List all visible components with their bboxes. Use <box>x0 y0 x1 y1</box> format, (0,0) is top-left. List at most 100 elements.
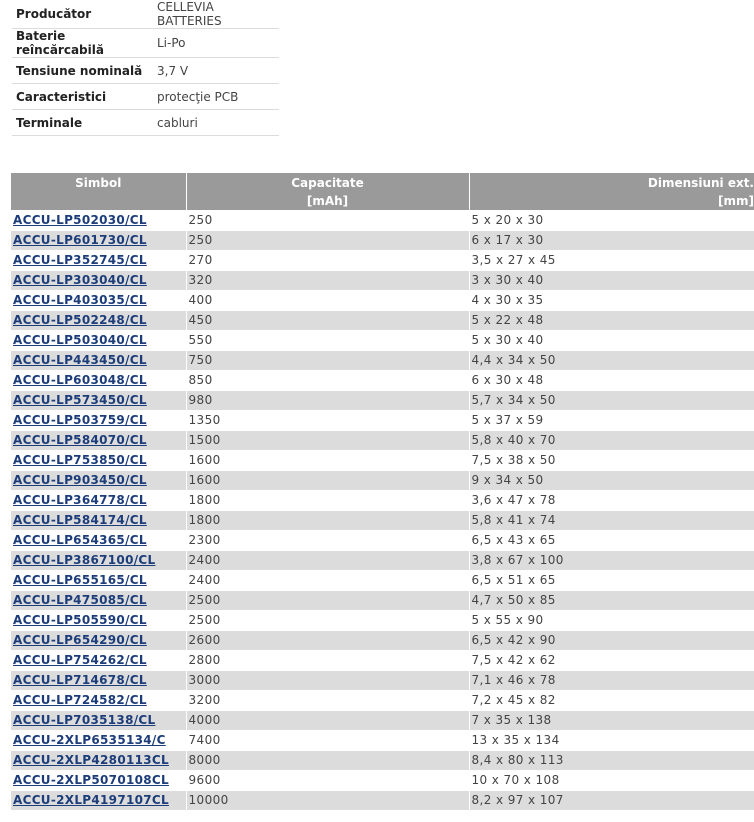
capacity-cell: 270 <box>185 250 469 271</box>
product-link[interactable]: ACCU-LP475085/CL <box>13 593 147 607</box>
table-row: ACCU-LP654365/CL 2300 6,5 x 43 x 65 <box>11 530 754 551</box>
dimensions-cell: 10 x 70 x 108 <box>468 770 754 791</box>
product-link[interactable]: ACCU-LP753850/CL <box>13 453 147 467</box>
symbol-cell: ACCU-LP754262/CL <box>11 651 186 671</box>
capacity-cell: 1800 <box>185 490 469 511</box>
dimensions-cell: 6 x 30 x 48 <box>468 370 754 391</box>
dimensions-cell: 6,5 x 43 x 65 <box>468 530 754 551</box>
header-dimensiuni: Dimensiuni ext. <box>468 173 754 192</box>
table-row: ACCU-LP7035138/CL 4000 7 x 35 x 138 <box>11 710 754 731</box>
dimensions-cell: 5,7 x 34 x 50 <box>468 390 754 411</box>
product-link[interactable]: ACCU-LP505590/CL <box>13 613 147 627</box>
header-unit-capacitate: [mAh] <box>185 192 469 211</box>
symbol-cell: ACCU-2XLP6535134/C <box>11 731 186 751</box>
product-link[interactable]: ACCU-LP655165/CL <box>13 573 147 587</box>
product-link[interactable]: ACCU-LP502248/CL <box>13 313 147 327</box>
table-row: ACCU-LP502030/CL 250 5 x 20 x 30 <box>11 210 754 231</box>
product-link[interactable]: ACCU-LP754262/CL <box>13 653 147 667</box>
dimensions-cell: 7 x 35 x 138 <box>468 710 754 731</box>
product-link[interactable]: ACCU-LP654365/CL <box>13 533 147 547</box>
product-link[interactable]: ACCU-LP503040/CL <box>13 333 147 347</box>
product-link[interactable]: ACCU-LP403035/CL <box>13 293 147 307</box>
product-link[interactable]: ACCU-LP603048/CL <box>13 373 147 387</box>
product-link[interactable]: ACCU-LP584070/CL <box>13 433 147 447</box>
capacity-cell: 1600 <box>185 450 469 471</box>
table-row: ACCU-LP505590/CL 2500 5 x 55 x 90 <box>11 610 754 631</box>
product-link[interactable]: ACCU-LP7035138/CL <box>13 713 155 727</box>
symbol-cell: ACCU-LP903450/CL <box>11 470 186 491</box>
product-link[interactable]: ACCU-LP502030/CL <box>13 213 147 227</box>
table-row: ACCU-LP475085/CL 2500 4,7 x 50 x 85 <box>11 590 754 611</box>
table-row: ACCU-LP584174/CL 1800 5,8 x 41 x 74 <box>11 510 754 531</box>
product-link[interactable]: ACCU-LP601730/CL <box>13 233 147 247</box>
product-link[interactable]: ACCU-LP3867100/CL <box>13 553 155 567</box>
capacity-cell: 7400 <box>185 730 469 751</box>
dimensions-cell: 6 x 17 x 30 <box>468 230 754 251</box>
attribute-value: cabluri <box>157 109 279 136</box>
capacity-cell: 2400 <box>185 550 469 571</box>
header-capacitate: Capacitate <box>185 173 469 192</box>
header-unit-simbol <box>11 192 186 211</box>
capacity-cell: 250 <box>185 210 469 231</box>
symbol-cell: ACCU-LP502248/CL <box>11 310 186 331</box>
table-row: ACCU-2XLP6535134/C 7400 13 x 35 x 134 <box>11 730 754 751</box>
symbol-cell: ACCU-LP584174/CL <box>11 510 186 531</box>
dimensions-cell: 4,4 x 34 x 50 <box>468 350 754 371</box>
capacity-cell: 400 <box>185 290 469 311</box>
table-row: ACCU-LP601730/CL 250 6 x 17 x 30 <box>11 230 754 251</box>
product-link[interactable]: ACCU-LP573450/CL <box>13 393 147 407</box>
product-link[interactable]: ACCU-LP584174/CL <box>13 513 147 527</box>
dimensions-cell: 5,8 x 40 x 70 <box>468 430 754 451</box>
capacity-cell: 2300 <box>185 530 469 551</box>
capacity-cell: 2500 <box>185 590 469 611</box>
product-link[interactable]: ACCU-LP443450/CL <box>13 353 147 367</box>
product-link[interactable]: ACCU-2XLP4197107CL <box>13 793 169 807</box>
product-link[interactable]: ACCU-2XLP5070108CL <box>13 773 169 787</box>
product-link[interactable]: ACCU-LP903450/CL <box>13 473 147 487</box>
capacity-cell: 4000 <box>185 710 469 731</box>
product-link[interactable]: ACCU-LP654290/CL <box>13 633 147 647</box>
symbol-cell: ACCU-LP601730/CL <box>11 230 186 251</box>
table-row: ACCU-LP753850/CL 1600 7,5 x 38 x 50 <box>11 450 754 471</box>
dimensions-cell: 7,5 x 42 x 62 <box>468 650 754 671</box>
attribute-label: Baterie reîncărcabilă <box>12 28 157 58</box>
attribute-row: Terminale cabluri <box>12 109 279 136</box>
dimensions-cell: 4,7 x 50 x 85 <box>468 590 754 611</box>
capacity-cell: 3000 <box>185 670 469 691</box>
attribute-row: Tensiune nominală 3,7 V <box>12 57 279 84</box>
dimensions-cell: 7,5 x 38 x 50 <box>468 450 754 471</box>
attribute-label: Caracteristici <box>12 83 157 110</box>
table-row: ACCU-2XLP4280113CL 8000 8,4 x 80 x 113 <box>11 750 754 771</box>
product-link[interactable]: ACCU-2XLP6535134/C <box>13 733 166 747</box>
symbol-cell: ACCU-LP753850/CL <box>11 451 186 471</box>
dimensions-cell: 3,8 x 67 x 100 <box>468 550 754 571</box>
product-link[interactable]: ACCU-LP364778/CL <box>13 493 147 507</box>
symbol-cell: ACCU-LP352745/CL <box>11 251 186 271</box>
symbol-cell: ACCU-LP502030/CL <box>11 211 186 231</box>
symbol-cell: ACCU-LP505590/CL <box>11 611 186 631</box>
symbol-cell: ACCU-LP654290/CL <box>11 630 186 651</box>
product-link[interactable]: ACCU-LP724582/CL <box>13 693 147 707</box>
capacity-cell: 550 <box>185 330 469 351</box>
product-link[interactable]: ACCU-LP352745/CL <box>13 253 147 267</box>
product-link[interactable]: ACCU-LP503759/CL <box>13 413 147 427</box>
attribute-label: Producător <box>12 0 157 29</box>
capacity-cell: 1350 <box>185 410 469 431</box>
product-link[interactable]: ACCU-2XLP4280113CL <box>13 753 169 767</box>
dimensions-cell: 5 x 20 x 30 <box>468 210 754 231</box>
product-link[interactable]: ACCU-LP303040/CL <box>13 273 147 287</box>
product-link[interactable]: ACCU-LP714678/CL <box>13 673 147 687</box>
capacity-cell: 750 <box>185 350 469 371</box>
attribute-row: Caracteristici protecţie PCB <box>12 83 279 110</box>
table-row: ACCU-LP754262/CL 2800 7,5 x 42 x 62 <box>11 650 754 671</box>
symbol-cell: ACCU-LP303040/CL <box>11 270 186 291</box>
symbol-cell: ACCU-LP364778/CL <box>11 491 186 511</box>
symbol-cell: ACCU-LP503040/CL <box>11 331 186 351</box>
capacity-cell: 2500 <box>185 610 469 631</box>
attributes-body: Producător CELLEVIA BATTERIES Baterie reîn… <box>12 0 279 136</box>
dimensions-cell: 4 x 30 x 35 <box>468 290 754 311</box>
table-row: ACCU-2XLP5070108CL 9600 10 x 70 x 108 <box>11 770 754 791</box>
symbol-cell: ACCU-LP7035138/CL <box>11 710 186 731</box>
table-row: ACCU-LP403035/CL 400 4 x 30 x 35 <box>11 290 754 311</box>
capacity-cell: 2800 <box>185 650 469 671</box>
